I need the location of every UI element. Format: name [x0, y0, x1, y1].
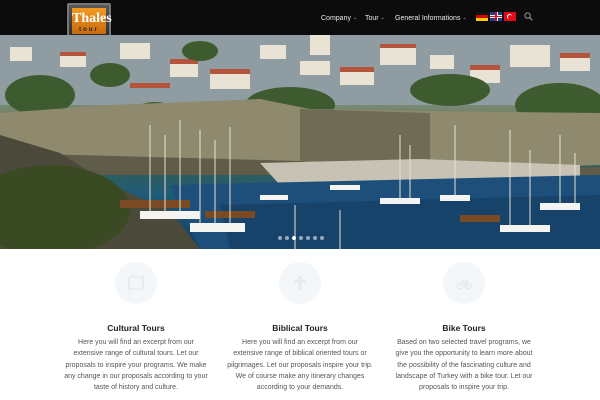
logo-text: Thales: [72, 11, 112, 26]
nav-item-label: Company: [321, 14, 351, 22]
feature-title[interactable]: Bike Tours: [389, 323, 539, 333]
slide-dot-active[interactable]: [292, 236, 296, 240]
turkish-flag-icon[interactable]: [504, 12, 516, 21]
slide-dot[interactable]: [278, 236, 282, 240]
chevron-down-icon: ⌄: [462, 15, 467, 21]
feature-cultural-tours: Cultural Tours Here you will find an exc…: [61, 262, 211, 393]
feature-text: Here you will find an excerpt from our e…: [227, 339, 373, 392]
feature-biblical-tours: Biblical Tours Here you will find an exc…: [225, 262, 375, 393]
slide-dot[interactable]: [320, 236, 324, 240]
slide-dot[interactable]: [306, 236, 310, 240]
slide-dot[interactable]: [299, 236, 303, 240]
nav-item-tour[interactable]: Tour ⌄: [365, 12, 385, 24]
nav-item-label: General Informations: [395, 14, 461, 22]
bike-icon: [456, 278, 472, 290]
map-icon: [128, 275, 144, 291]
feature-text: Here you will find an excerpt from our e…: [64, 339, 208, 392]
cross-icon: [294, 276, 306, 290]
nav-item-general-informations[interactable]: General Informations ⌄: [395, 12, 467, 24]
chevron-down-icon: ⌄: [380, 15, 385, 21]
feature-text: Based on two selected travel programs, w…: [395, 339, 533, 392]
site-logo[interactable]: Thales tour: [67, 3, 112, 39]
hero-slider[interactable]: [0, 35, 600, 249]
feature-icon-circle: [115, 262, 157, 304]
feature-icon-circle: [443, 262, 485, 304]
chevron-down-icon: ⌄: [352, 15, 358, 21]
feature-title[interactable]: Biblical Tours: [225, 323, 375, 333]
nav-item-company[interactable]: Company ⌄: [321, 12, 357, 24]
feature-icon-circle: [279, 262, 321, 304]
uk-flag-icon[interactable]: [490, 12, 502, 21]
feature-bike-tours: Bike Tours Based on two selected travel …: [389, 262, 539, 393]
nav-item-label: Tour: [365, 14, 379, 22]
slider-pagination: [278, 236, 324, 240]
harbor-photo: [0, 35, 600, 249]
logo-badge: Thales tour: [72, 8, 112, 34]
slide-dot[interactable]: [313, 236, 317, 240]
search-icon[interactable]: [524, 12, 533, 21]
slide-dot[interactable]: [285, 236, 289, 240]
german-flag-icon[interactable]: [476, 12, 488, 21]
logo-subtext: tour: [79, 27, 99, 33]
feature-title[interactable]: Cultural Tours: [61, 323, 211, 333]
